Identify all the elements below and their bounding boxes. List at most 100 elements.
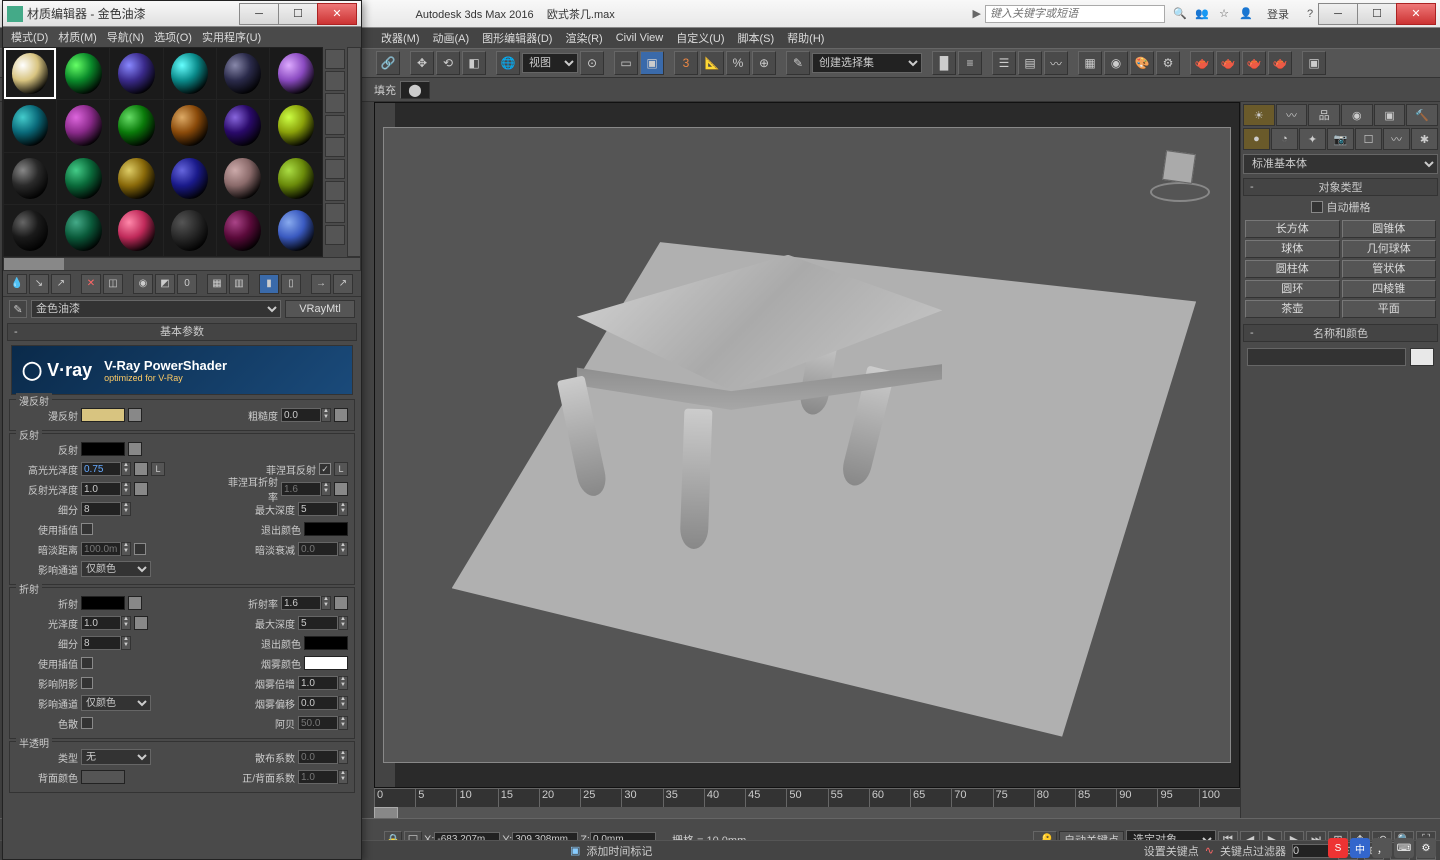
teapot2-icon[interactable]: 🫖: [1216, 51, 1240, 75]
roughness-map-button[interactable]: [334, 408, 348, 422]
time-ruler[interactable]: 0510152025303540455055606570758085909510…: [374, 789, 1240, 807]
tab-create[interactable]: ☀: [1243, 104, 1275, 126]
uvtile-icon[interactable]: [325, 115, 345, 135]
subtab-spacewarps[interactable]: 〰: [1383, 128, 1410, 150]
search-icon[interactable]: 🔍: [1171, 5, 1189, 23]
sample-slot-5[interactable]: [270, 48, 322, 99]
refract-swatch[interactable]: [81, 596, 125, 610]
sample-slot-23[interactable]: [270, 205, 322, 256]
create-2[interactable]: 球体: [1245, 240, 1340, 258]
help-icon[interactable]: ?: [1301, 5, 1319, 23]
favorite-icon[interactable]: ☆: [1215, 5, 1233, 23]
faffect-dropdown[interactable]: 仅颜色: [81, 695, 151, 711]
hgloss-lock-button[interactable]: L: [151, 462, 165, 476]
rotate-icon[interactable]: ⟲: [436, 51, 460, 75]
fresnel-checkbox[interactable]: ✓: [319, 463, 331, 475]
teapot3-icon[interactable]: 🫖: [1242, 51, 1266, 75]
ior-input[interactable]: [281, 596, 321, 610]
help-search-input[interactable]: [985, 5, 1165, 23]
viewcube[interactable]: [1150, 144, 1210, 204]
teapot4-icon[interactable]: 🫖: [1268, 51, 1292, 75]
roughness-input[interactable]: [281, 408, 321, 422]
rgloss-input[interactable]: [81, 482, 121, 496]
sample-slot-11[interactable]: [270, 100, 322, 151]
create-7[interactable]: 四棱锥: [1342, 280, 1437, 298]
select-icon[interactable]: ▭: [614, 51, 638, 75]
selectobj-icon[interactable]: ▣: [640, 51, 664, 75]
subtab-helpers[interactable]: ☐: [1355, 128, 1382, 150]
link-icon[interactable]: 🔗: [376, 51, 400, 75]
anglesnap-icon[interactable]: 📐: [700, 51, 724, 75]
rendersetup-icon[interactable]: ⚙: [1156, 51, 1180, 75]
subtab-lights[interactable]: ✦: [1299, 128, 1326, 150]
viewport-perspective[interactable]: [383, 127, 1231, 763]
fog-swatch[interactable]: [304, 656, 348, 670]
sample-hscroll[interactable]: [3, 257, 361, 271]
putmat-icon[interactable]: ↘: [29, 274, 49, 294]
sample-slot-9[interactable]: [164, 100, 216, 151]
background-icon[interactable]: [325, 93, 345, 113]
subtab-shapes[interactable]: ◔: [1271, 128, 1298, 150]
fgloss-input[interactable]: [81, 616, 121, 630]
sample-slot-22[interactable]: [217, 205, 269, 256]
hgloss-input[interactable]: [81, 462, 121, 476]
sample-slot-8[interactable]: [110, 100, 162, 151]
fgloss-map-button[interactable]: [134, 616, 148, 630]
fresnelior-map-button[interactable]: [334, 482, 348, 496]
layers-icon[interactable]: ☰: [992, 51, 1016, 75]
showend-icon[interactable]: ▥: [229, 274, 249, 294]
sample-slot-7[interactable]: [57, 100, 109, 151]
viewport[interactable]: [374, 102, 1240, 788]
fresnel-lock-button[interactable]: L: [334, 462, 348, 476]
sample-slot-16[interactable]: [217, 153, 269, 204]
mat-menu-nav[interactable]: 导航(N): [103, 27, 148, 47]
ior-map-button[interactable]: [334, 596, 348, 610]
move-icon[interactable]: ✥: [410, 51, 434, 75]
fshadows-checkbox[interactable]: [81, 677, 93, 689]
align-icon[interactable]: ≡: [958, 51, 982, 75]
material-name-dropdown[interactable]: 金色油漆: [31, 300, 281, 318]
selectionset-dropdown[interactable]: 创建选择集: [812, 53, 922, 73]
videocheck-icon[interactable]: [325, 137, 345, 157]
putlib-icon[interactable]: ◩: [155, 274, 175, 294]
subtab-cameras[interactable]: 📷: [1327, 128, 1354, 150]
mat-menu-mode[interactable]: 模式(D): [7, 27, 52, 47]
sample-slot-3[interactable]: [164, 48, 216, 99]
addtime-label[interactable]: 添加时间标记: [586, 843, 652, 859]
reflect-swatch[interactable]: [81, 442, 125, 456]
spinnersnap-icon[interactable]: ⊕: [752, 51, 776, 75]
fsubdiv-input[interactable]: [81, 636, 121, 650]
curve-icon[interactable]: 〰: [1044, 51, 1068, 75]
create-4[interactable]: 圆柱体: [1245, 260, 1340, 278]
sample-slot-2[interactable]: [110, 48, 162, 99]
menu-customize[interactable]: 自定义(U): [670, 28, 730, 48]
material-type-button[interactable]: VRayMtl: [285, 300, 355, 318]
menu-civilview[interactable]: Civil View: [610, 30, 669, 46]
sample-slot-14[interactable]: [110, 153, 162, 204]
create-3[interactable]: 几何球体: [1342, 240, 1437, 258]
current-frame-input[interactable]: [1292, 844, 1332, 858]
rmaxdepth-input[interactable]: [298, 502, 338, 516]
create-0[interactable]: 长方体: [1245, 220, 1340, 238]
sample-slot-12[interactable]: [4, 153, 56, 204]
tray-sogou-icon[interactable]: S: [1328, 838, 1348, 858]
create-5[interactable]: 管状体: [1342, 260, 1437, 278]
refract-map-button[interactable]: [128, 596, 142, 610]
tab-display[interactable]: ▣: [1374, 104, 1406, 126]
rgloss-map-button[interactable]: [134, 482, 148, 496]
disp-checkbox[interactable]: [81, 717, 93, 729]
fogm-input[interactable]: [298, 676, 338, 690]
rinterp-checkbox[interactable]: [81, 523, 93, 535]
mat-menu-material[interactable]: 材质(M): [54, 27, 101, 47]
mirror-icon[interactable]: ▐▌: [932, 51, 956, 75]
rexit-swatch[interactable]: [304, 522, 348, 536]
tab-modify[interactable]: 〰: [1276, 104, 1308, 126]
sample-slot-10[interactable]: [217, 100, 269, 151]
fmaxdepth-input[interactable]: [298, 616, 338, 630]
category-dropdown[interactable]: 标准基本体: [1243, 154, 1438, 174]
fogb-input[interactable]: [298, 696, 338, 710]
diffuse-swatch[interactable]: [81, 408, 125, 422]
sample-slot-4[interactable]: [217, 48, 269, 99]
mateffect-icon[interactable]: 0: [177, 274, 197, 294]
sample-slot-20[interactable]: [110, 205, 162, 256]
